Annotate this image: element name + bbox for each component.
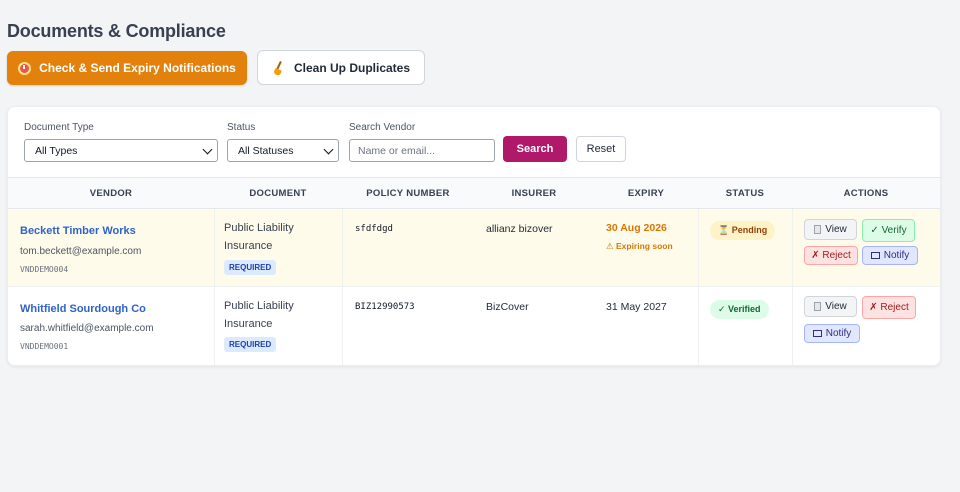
search-button[interactable]: Search [503, 136, 567, 162]
policy-number: BIZ12990573 [355, 302, 415, 312]
verify-button[interactable]: ✓ Verify [862, 219, 915, 242]
column-header-status: STATUS [725, 187, 765, 199]
search-vendor-label: Search Vendor [349, 122, 416, 133]
mail-icon [812, 330, 822, 337]
search-vendor-placeholder: Name or email... [358, 144, 436, 157]
chevron-down-icon [323, 144, 334, 155]
document-type-select[interactable]: All Types [24, 139, 218, 162]
filter-bar: Document Type All Types Status All Statu… [8, 107, 940, 177]
expiry-date: 30 Aug 2026 [606, 222, 667, 234]
column-header-document: DOCUMENT [249, 187, 307, 199]
clean-up-duplicates-button[interactable]: Clean Up Duplicates [257, 50, 425, 85]
vendor-email: tom.beckett@example.com [20, 246, 142, 257]
broom-icon [272, 60, 286, 76]
view-button[interactable]: View [804, 296, 857, 317]
insurer-name: allianz bizover [486, 223, 553, 235]
view-button[interactable]: View [804, 219, 857, 240]
document-icon [814, 225, 822, 234]
notify-button[interactable]: Notify [862, 246, 918, 265]
document-name: Public Liability Insurance [224, 300, 294, 330]
vendor-name-link[interactable]: Whitfield Sourdough Co [20, 303, 146, 315]
check-send-expiry-label: Check & Send Expiry Notifications [39, 61, 236, 75]
vendor-name-link[interactable]: Beckett Timber Works [20, 225, 136, 237]
notify-label: Notify [883, 250, 910, 261]
column-header-expiry: EXPIRY [627, 187, 665, 199]
column-header-policy-number: POLICY NUMBER [366, 187, 450, 199]
clean-up-duplicates-label: Clean Up Duplicates [293, 60, 411, 75]
reset-button[interactable]: Reset [576, 136, 626, 162]
mail-icon [870, 252, 880, 259]
column-header-insurer: INSURER [511, 187, 557, 199]
reject-button[interactable]: ✗ Reject [862, 296, 916, 319]
view-label: View [825, 224, 847, 235]
documents-card: Document Type All Types Status All Statu… [7, 106, 941, 366]
view-label: View [825, 301, 847, 312]
document-type-value: All Types [35, 144, 78, 157]
page-title: Documents & Compliance [7, 21, 226, 41]
column-header-actions: ACTIONS [843, 187, 889, 199]
notify-label: Notify [825, 328, 852, 339]
notify-button[interactable]: Notify [804, 324, 860, 343]
column-header-vendor: VENDOR [89, 187, 133, 199]
alarm-clock-icon [18, 61, 32, 75]
status-badge: ⏳ Pending [710, 221, 776, 240]
required-badge: REQUIRED [224, 260, 277, 275]
table-header: VENDOR DOCUMENT POLICY NUMBER INSURER EX… [8, 177, 940, 209]
insurer-name: BizCover [486, 301, 529, 313]
required-badge: REQUIRED [224, 337, 277, 352]
document-icon [814, 302, 822, 311]
check-send-expiry-button[interactable]: Check & Send Expiry Notifications [7, 51, 247, 85]
status-badge: ✓ Verified [710, 300, 769, 319]
document-name: Public Liability Insurance [224, 222, 294, 252]
status-filter-value: All Statuses [238, 144, 294, 157]
search-vendor-input[interactable]: Name or email... [349, 139, 495, 162]
vendor-email: sarah.whitfield@example.com [20, 323, 154, 334]
status-filter-select[interactable]: All Statuses [227, 139, 339, 162]
expiring-soon-warning: ⚠ Expiring soon [606, 241, 673, 251]
table-row: Beckett Timber Works tom.beckett@example… [8, 209, 940, 287]
chevron-down-icon [202, 144, 213, 155]
expiry-date: 31 May 2027 [606, 301, 667, 313]
vendor-id: VNDDEMO004 [20, 265, 69, 274]
status-filter-label: Status [227, 122, 256, 133]
table-row: Whitfield Sourdough Co sarah.whitfield@e… [8, 287, 940, 365]
reject-button[interactable]: ✗ Reject [804, 246, 858, 265]
document-type-label: Document Type [24, 122, 94, 133]
vendor-id: VNDDEMO001 [20, 342, 69, 351]
policy-number: sfdfdgd [355, 224, 393, 234]
